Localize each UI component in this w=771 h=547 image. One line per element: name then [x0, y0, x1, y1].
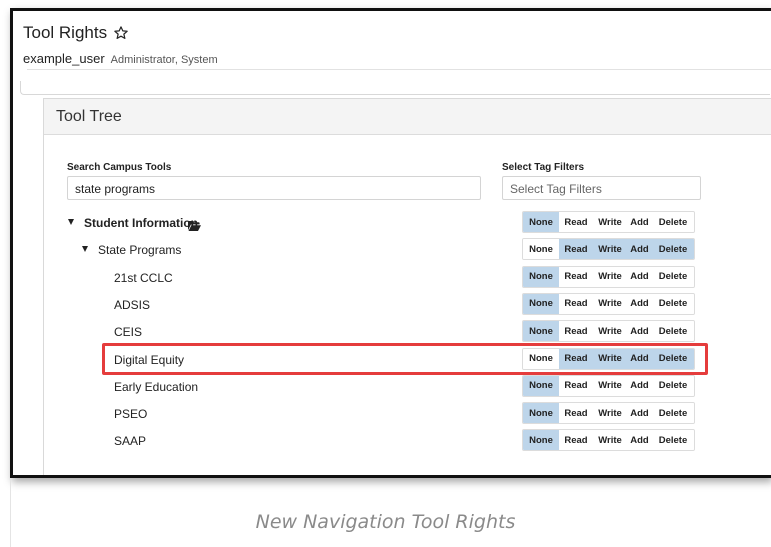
rights-add-button[interactable]: Add	[627, 321, 652, 342]
caret-down-icon[interactable]	[68, 219, 74, 225]
header-divider	[27, 69, 771, 70]
user-roles: Administrator, System	[110, 54, 218, 66]
tree-node-label[interactable]: State Programs	[98, 243, 181, 257]
rights-add-button[interactable]: Add	[627, 212, 652, 232]
rights-none-button[interactable]: None	[523, 430, 559, 451]
tool-tree-panel: Tool Tree Search Campus Tools state prog…	[43, 98, 771, 475]
tree-row: Student Information None Read Write Add Delet…	[44, 210, 764, 236]
rights-delete-button[interactable]: Delete	[652, 430, 694, 451]
rights-read-button[interactable]: Read	[559, 375, 593, 396]
rights-add-button[interactable]: Add	[627, 266, 652, 287]
rights-write-button[interactable]: Write	[593, 212, 627, 232]
rights-write-button[interactable]: Write	[593, 430, 627, 451]
rights-write-button[interactable]: Write	[593, 266, 627, 287]
tree-node-label[interactable]: SAAP	[114, 434, 146, 448]
rights-read-button[interactable]: Read	[559, 239, 593, 260]
rights-read-button[interactable]: Read	[559, 430, 593, 451]
rights-read-button[interactable]: Read	[559, 403, 593, 424]
rights-read-button[interactable]: Read	[559, 266, 593, 287]
tree-row: CEIS None Read Write Add Delete	[44, 319, 764, 345]
rights-none-button[interactable]: None	[523, 239, 559, 260]
rights-read-button[interactable]: Read	[559, 293, 593, 314]
tree-node-label[interactable]: Student Information	[84, 216, 198, 230]
rights-read-button[interactable]: Read	[559, 321, 593, 342]
rights-write-button[interactable]: Write	[593, 375, 627, 396]
rights-write-button[interactable]: Write	[593, 321, 627, 342]
tree-row: PSEO None Read Write Add Delete	[44, 401, 764, 427]
highlight-annotation	[102, 343, 708, 375]
rights-none-button[interactable]: None	[523, 403, 559, 424]
rights-delete-button[interactable]: Delete	[652, 321, 694, 342]
tree-row: Early Education None Read Write Add Delete	[44, 374, 764, 400]
rights-add-button[interactable]: Add	[627, 403, 652, 424]
rights-delete-button[interactable]: Delete	[652, 293, 694, 314]
tree-row: State Programs None Read Write Add Delete	[44, 237, 764, 263]
page-title: Tool Rights	[23, 23, 108, 42]
rights-delete-button[interactable]: Delete	[652, 239, 694, 260]
rights-toggle-group: None Read Write Add Delete	[522, 265, 695, 288]
rights-toggle-group: None Read Write Add Delete	[522, 320, 695, 343]
star-outline-icon[interactable]	[113, 25, 129, 41]
rights-write-button[interactable]: Write	[593, 239, 627, 260]
rights-none-button[interactable]: None	[523, 293, 559, 314]
tree-row: ADSIS None Read Write Add Delete	[44, 292, 764, 318]
tag-filter-label: Select Tag Filters	[502, 162, 585, 173]
rights-toggle-group: None Read Write Add Delete	[522, 429, 695, 452]
folder-open-icon	[188, 218, 201, 231]
tree-row: SAAP None Read Write Add Delete	[44, 428, 764, 454]
rights-delete-button[interactable]: Delete	[652, 375, 694, 396]
rights-add-button[interactable]: Add	[627, 375, 652, 396]
tool-tree-header: Tool Tree	[44, 99, 771, 135]
rights-delete-button[interactable]: Delete	[652, 403, 694, 424]
tree-node-label[interactable]: ADSIS	[114, 298, 150, 312]
rights-delete-button[interactable]: Delete	[652, 266, 694, 287]
rights-write-button[interactable]: Write	[593, 293, 627, 314]
tree-row: 21st CCLC None Read Write Add Delete	[44, 265, 764, 291]
rights-read-button[interactable]: Read	[559, 212, 593, 232]
rights-toggle-group: None Read Write Add Delete	[522, 238, 695, 261]
rights-add-button[interactable]: Add	[627, 239, 652, 260]
tree-node-label[interactable]: PSEO	[114, 407, 147, 421]
header-subframe	[20, 81, 770, 95]
rights-toggle-group: None Read Write Add Delete	[522, 374, 695, 397]
rights-toggle-group: None Read Write Add Delete	[522, 292, 695, 315]
search-label: Search Campus Tools	[67, 162, 172, 173]
rights-toggle-group: None Read Write Add Delete	[522, 402, 695, 425]
rights-none-button[interactable]: None	[523, 212, 559, 232]
tag-filter-select[interactable]: Select Tag Filters	[502, 176, 701, 200]
rights-none-button[interactable]: None	[523, 321, 559, 342]
search-input[interactable]: state programs	[67, 176, 481, 200]
figure-caption: New Navigation Tool Rights	[255, 511, 516, 533]
caret-down-icon[interactable]	[82, 246, 88, 253]
username: example_user	[23, 51, 105, 66]
panel-title: Tool Tree	[56, 107, 122, 125]
rights-toggle-group: None Read Write Add Delete	[522, 211, 695, 233]
title-row: Tool Rights	[23, 23, 129, 43]
rights-add-button[interactable]: Add	[627, 430, 652, 451]
rights-none-button[interactable]: None	[523, 266, 559, 287]
user-info: example_user Administrator, System	[23, 51, 218, 66]
rights-write-button[interactable]: Write	[593, 403, 627, 424]
rights-delete-button[interactable]: Delete	[652, 212, 694, 232]
tree-node-label[interactable]: CEIS	[114, 325, 142, 339]
tool-rights-window: Tool Rights example_user Administrator, …	[10, 8, 771, 478]
tree-node-label[interactable]: 21st CCLC	[114, 271, 173, 285]
tree-node-label[interactable]: Early Education	[114, 380, 198, 394]
rights-add-button[interactable]: Add	[627, 293, 652, 314]
rights-none-button[interactable]: None	[523, 375, 559, 396]
